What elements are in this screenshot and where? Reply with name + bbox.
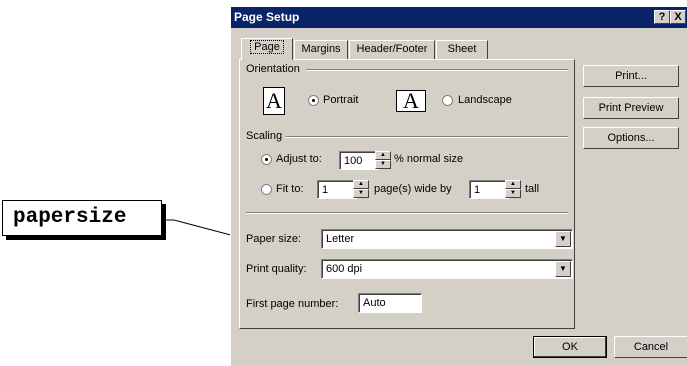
cancel-button[interactable]: Cancel — [614, 336, 687, 358]
adjust-to-input[interactable]: 100 — [339, 151, 379, 170]
fit-to-radio[interactable] — [261, 184, 272, 195]
tab-sheet[interactable]: Sheet — [436, 40, 488, 59]
fit-wide-spinner[interactable]: ▲ ▼ — [353, 180, 369, 198]
spin-down-icon[interactable]: ▼ — [353, 189, 369, 198]
portrait-page-icon: A — [263, 87, 285, 115]
spin-down-icon[interactable]: ▼ — [375, 160, 391, 169]
ok-button[interactable]: OK — [533, 336, 607, 358]
first-page-number-input[interactable]: Auto — [358, 293, 422, 313]
fit-wide-input[interactable]: 1 — [317, 180, 357, 199]
close-button[interactable]: X — [670, 10, 686, 24]
adjust-to-spinner[interactable]: ▲ ▼ — [375, 151, 391, 169]
page-setup-dialog: Page Setup ? X Page Margins Header/Foote… — [230, 6, 687, 366]
landscape-page-icon: A — [396, 90, 426, 112]
portrait-label[interactable]: Portrait — [323, 94, 358, 106]
tab-page[interactable]: Page — [241, 38, 293, 60]
fit-tall-spinner[interactable]: ▲ ▼ — [505, 180, 521, 198]
spin-up-icon[interactable]: ▲ — [353, 180, 369, 189]
scaling-label: Scaling — [246, 130, 283, 142]
spin-down-icon[interactable]: ▼ — [505, 189, 521, 198]
chevron-down-icon[interactable]: ▼ — [555, 261, 571, 277]
paper-size-label: Paper size: — [246, 233, 302, 245]
print-quality-select[interactable]: 600 dpi — [321, 259, 573, 279]
print-preview-button[interactable]: Print Preview — [583, 97, 679, 119]
landscape-radio[interactable] — [442, 95, 453, 106]
spin-up-icon[interactable]: ▲ — [505, 180, 521, 189]
paper-size-select[interactable]: Letter — [321, 229, 573, 249]
adjust-to-radio[interactable] — [261, 154, 272, 165]
papersize-callout: papersize — [2, 200, 162, 236]
print-button[interactable]: Print... — [583, 65, 679, 87]
adjust-to-suffix: % normal size — [394, 153, 464, 165]
orientation-label: Orientation — [246, 63, 300, 75]
tab-margins[interactable]: Margins — [294, 40, 348, 59]
options-button[interactable]: Options... — [583, 127, 679, 149]
section-divider — [246, 212, 568, 214]
dialog-title: Page Setup — [234, 10, 300, 24]
title-bar: Page Setup ? X — [231, 7, 687, 28]
spin-up-icon[interactable]: ▲ — [375, 151, 391, 160]
landscape-label[interactable]: Landscape — [458, 94, 512, 106]
first-page-number-label: First page number: — [246, 298, 339, 310]
chevron-down-icon[interactable]: ▼ — [555, 231, 571, 247]
fit-wide-suffix: page(s) wide by — [374, 183, 452, 195]
fit-to-label[interactable]: Fit to: — [276, 183, 304, 195]
fit-tall-suffix: tall — [525, 183, 540, 195]
tab-header-footer[interactable]: Header/Footer — [349, 40, 435, 59]
orientation-divider — [306, 69, 568, 71]
tab-page-label: Page — [250, 40, 284, 54]
help-button[interactable]: ? — [654, 10, 670, 24]
scaling-divider — [286, 136, 568, 138]
print-quality-label: Print quality: — [246, 263, 307, 275]
portrait-radio[interactable] — [308, 95, 319, 106]
adjust-to-label[interactable]: Adjust to: — [276, 153, 322, 165]
fit-tall-input[interactable]: 1 — [469, 180, 509, 199]
